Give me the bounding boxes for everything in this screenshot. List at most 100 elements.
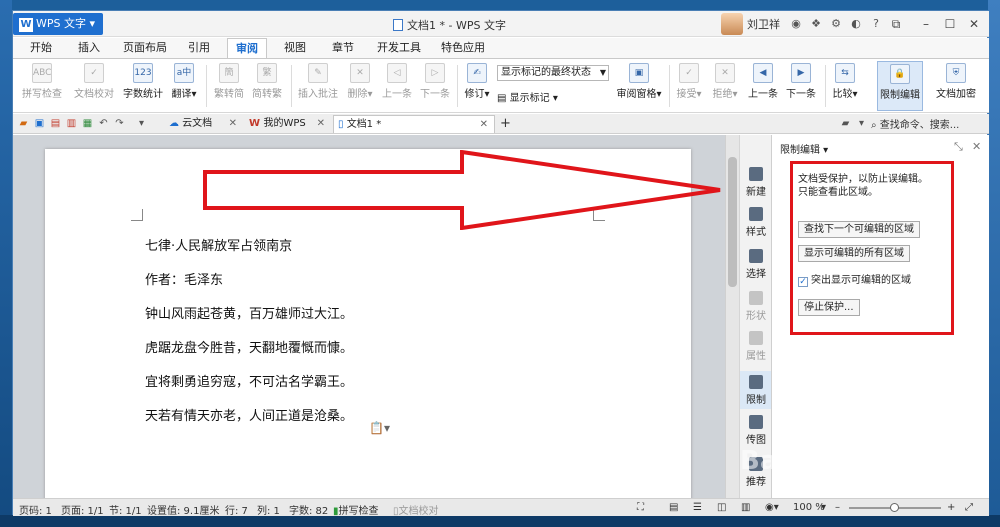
user-name[interactable]: 刘卫祥 [747, 16, 780, 32]
web-view-icon[interactable]: ◫ [717, 502, 726, 513]
customize-chevron-down-icon[interactable]: ▾ [135, 117, 148, 130]
prev-change-icon: ◀ [753, 63, 773, 83]
app-menu-button[interactable]: W WPS 文字 ▾ [13, 13, 103, 35]
word-count-icon: 123 [133, 63, 153, 83]
doc-check-button[interactable]: ✓ 文档校对 [69, 61, 119, 111]
redo-icon[interactable]: ↷ [113, 117, 126, 130]
shape-icon [749, 291, 763, 305]
comment-panel-icon[interactable]: ▰ [839, 117, 852, 130]
fullscreen-icon[interactable]: ⛶ [637, 502, 644, 513]
tab-cloud-docs[interactable]: ☁ 云文档 ✕ [165, 115, 243, 133]
zoom-out-icon[interactable]: – [835, 502, 840, 513]
share-icon[interactable]: ◐ [849, 17, 863, 31]
reject-button[interactable]: ✕ 拒绝▾ [709, 61, 741, 111]
new-tab-icon[interactable]: + [499, 117, 512, 130]
markup-state-select[interactable]: 显示标记的最终状态 ▼ [497, 65, 609, 81]
next-comment-button[interactable]: ▷ 下一条 [417, 61, 453, 111]
traditional-to-simplified-button[interactable]: 簡繁转简 [211, 61, 247, 111]
tab-chapter[interactable]: 章节 [325, 38, 361, 58]
eye-protection-icon[interactable]: ◉▾ [765, 502, 779, 513]
rail-property[interactable]: 属性 [740, 331, 772, 362]
next-change-button[interactable]: ▶ 下一条 [783, 61, 819, 111]
status-pages: 页面: 1/1 [61, 506, 104, 517]
fit-page-icon[interactable]: ⤢ [965, 502, 973, 513]
close-button[interactable]: ✕ [963, 15, 985, 33]
restrict-edit-button[interactable]: 🔒 限制编辑 [877, 61, 923, 111]
zoom-in-icon[interactable]: + [947, 502, 955, 513]
save-icon[interactable]: ▣ [33, 117, 46, 130]
select-icon [749, 249, 763, 263]
status-spellcheck[interactable]: ▮拼写检查 [333, 502, 379, 517]
close-icon[interactable]: ✕ [480, 116, 488, 134]
menu-chevron-icon[interactable]: ▾ [855, 117, 868, 130]
undo-icon[interactable]: ↶ [97, 117, 110, 130]
status-row: 行: 7 [225, 506, 248, 517]
panel-undock-icon[interactable]: ⤡ [954, 140, 963, 154]
status-bar: 页码: 1 页面: 1/1 节: 1/1 设置值: 9.1厘米 行: 7 列: … [13, 498, 989, 517]
reject-icon: ✕ [715, 63, 735, 83]
rail-new[interactable]: 新建 [740, 167, 772, 198]
doc-encrypt-button[interactable]: ⛨ 文档加密 [931, 61, 981, 111]
gift-icon[interactable]: ❖ [809, 17, 823, 31]
minimize-button[interactable]: – [915, 15, 937, 33]
reading-view-icon[interactable]: ▥ [741, 502, 750, 513]
tab-home[interactable]: 开始 [23, 38, 59, 58]
close-icon[interactable]: ✕ [317, 115, 325, 133]
page-view-icon[interactable]: ▤ [669, 502, 678, 513]
simplified-to-traditional-button[interactable]: 繁简转繁 [249, 61, 285, 111]
print-icon[interactable]: ▦ [81, 117, 94, 130]
tab-view[interactable]: 视图 [277, 38, 313, 58]
outline-view-icon[interactable]: ☰ [693, 502, 702, 513]
settings-icon[interactable]: ⚙ [829, 17, 843, 31]
insert-comment-button[interactable]: ✎ 插入批注 [295, 61, 341, 111]
tab-page-layout[interactable]: 页面布局 [119, 38, 171, 58]
translate-icon: a中 [174, 63, 194, 83]
export-pdf-icon[interactable]: ▥ [65, 117, 78, 130]
tab-review[interactable]: 审阅 [227, 38, 267, 58]
paste-options-icon[interactable]: 📋▾ [369, 421, 390, 435]
zoom-slider[interactable] [849, 503, 941, 512]
open-folder-icon[interactable]: ▰ [17, 117, 30, 130]
panel-close-icon[interactable]: ✕ [972, 140, 981, 153]
avatar[interactable] [721, 13, 743, 35]
delete-comment-button[interactable]: ✕ 删除▾ [343, 61, 377, 111]
zoom-level[interactable]: 100 % [793, 502, 825, 513]
stop-protection-button[interactable]: 停止保护... [798, 299, 860, 316]
show-markup-button[interactable]: ▤ 显示标记 ▾ [497, 89, 558, 104]
tab-document1[interactable]: ▯ 文档1 * ✕ [333, 115, 495, 133]
tab-developer[interactable]: 开发工具 [373, 38, 425, 58]
rail-select[interactable]: 选择 [740, 249, 772, 280]
tab-references[interactable]: 引用 [181, 38, 217, 58]
panel-title[interactable]: 限制编辑 ▾ [780, 141, 828, 156]
tab-insert[interactable]: 插入 [71, 38, 107, 58]
review-pane-button[interactable]: ▣ 审阅窗格▾ [615, 61, 663, 111]
tab-my-wps[interactable]: W 我的WPS ✕ [245, 115, 331, 133]
find-next-editable-button[interactable]: 查找下一个可编辑的区域 [798, 221, 920, 238]
show-all-editable-button[interactable]: 显示可编辑的所有区域 [798, 245, 910, 262]
track-changes-button[interactable]: ✍ 修订▾ [461, 61, 493, 111]
rail-shape[interactable]: 形状 [740, 291, 772, 322]
ribbon-separator [291, 65, 292, 107]
compare-button[interactable]: ⇆ 比较▾ [829, 61, 861, 111]
zoom-dropdown-icon[interactable]: ▾ [821, 502, 826, 513]
skin-icon[interactable]: ◉ [789, 17, 803, 31]
prev-comment-button[interactable]: ◁ 上一条 [379, 61, 415, 111]
maximize-button[interactable]: ☐ [939, 15, 961, 33]
rail-restrict[interactable]: 限制 [740, 371, 772, 409]
prev-change-button[interactable]: ◀ 上一条 [745, 61, 781, 111]
spellcheck-button[interactable]: ABC 拼写检查 [17, 61, 67, 111]
status-page-code: 页码: 1 [19, 506, 52, 517]
translate-button[interactable]: a中 翻译▾ [167, 61, 201, 111]
close-icon[interactable]: ✕ [229, 115, 237, 133]
restore-window-button[interactable]: ⧉ [885, 15, 907, 33]
zoom-slider-thumb[interactable] [890, 503, 899, 512]
tab-special[interactable]: 特色应用 [435, 38, 491, 58]
command-search[interactable]: ⌕ 查找命令、搜索... [871, 116, 959, 131]
word-count-button[interactable]: 123 字数统计 [121, 61, 165, 111]
print-preview-icon[interactable]: ▤ [49, 117, 62, 130]
highlight-editable-checkbox[interactable]: ✓ 突出显示可编辑的区域 [798, 271, 911, 287]
rail-style[interactable]: 样式 [740, 207, 772, 238]
status-doccheck[interactable]: ▯文档校对 [393, 502, 439, 517]
help-icon[interactable]: ? [869, 17, 883, 31]
accept-button[interactable]: ✓ 接受▾ [673, 61, 705, 111]
